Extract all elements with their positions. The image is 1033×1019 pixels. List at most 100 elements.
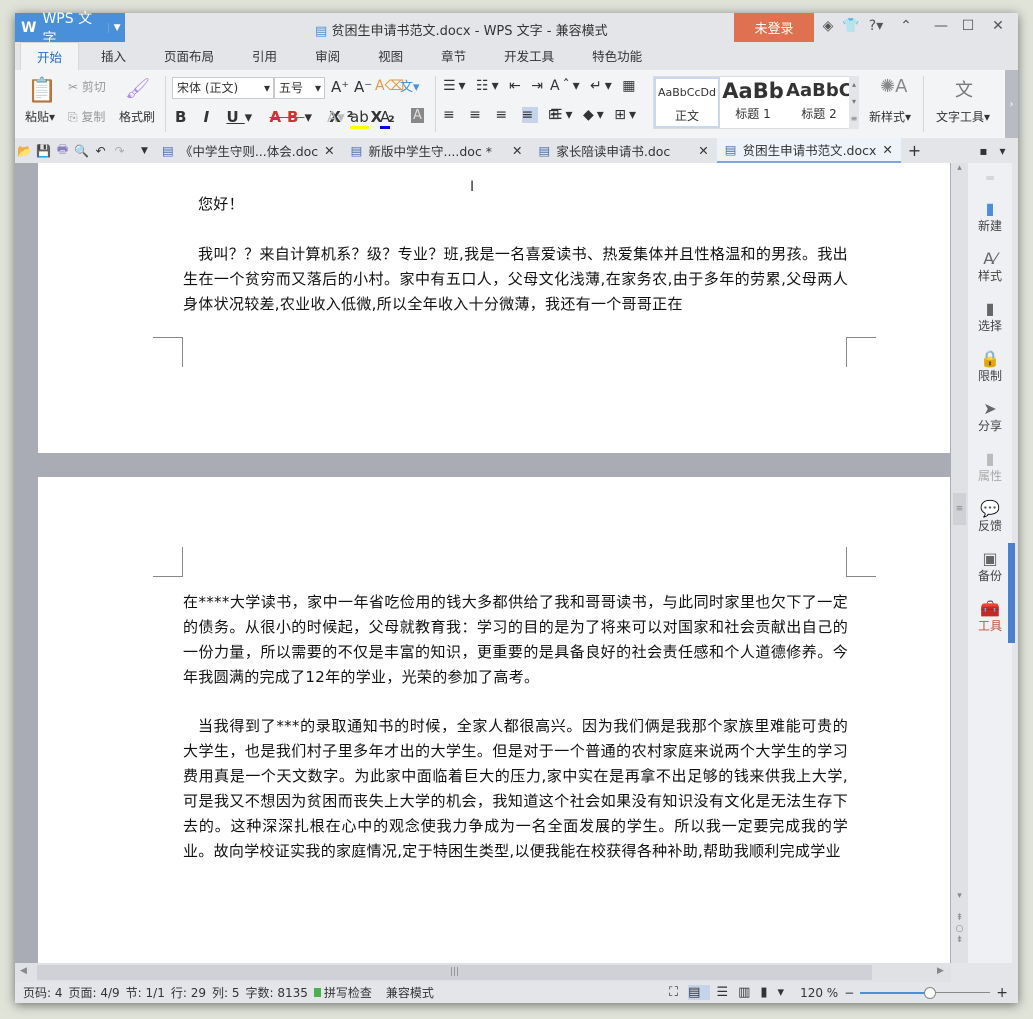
shirt-icon[interactable]: 👕 bbox=[840, 18, 862, 34]
right-task-panel: ═ ▮ 新建 A⁄ 样式 ▮ 选择 🔒 限制 ➤ 分享 ▮ 属性 💬 反馈 ▣ 备份 🧰 工具 bbox=[968, 163, 1015, 963]
format-painter-icon[interactable]: 🖌 bbox=[125, 76, 150, 100]
scroll-left-icon[interactable]: ◀ bbox=[20, 966, 27, 976]
doc-icon: ▤ bbox=[162, 143, 174, 158]
properties-icon: ▮ bbox=[985, 449, 995, 468]
zoom-out-button[interactable]: − bbox=[844, 986, 854, 1000]
text-tools-icon: 文 bbox=[955, 80, 973, 101]
collapse-ribbon-icon[interactable]: ⌃ bbox=[895, 18, 917, 34]
zoom-slider-thumb[interactable] bbox=[924, 986, 937, 999]
wps-window: W WPS 文字 ▼ ▤ 贫困生申请书范文.docx - WPS 文字 - 兼容模式… bbox=[15, 11, 1018, 1003]
tab-special[interactable]: 特色功能 bbox=[576, 42, 658, 70]
style-normal[interactable]: AaBbCcDd 正文 bbox=[654, 77, 720, 128]
align-buttons[interactable]: ≡ ≡ ≡ ≡ ⊞ bbox=[443, 107, 564, 123]
minimize-button[interactable]: — bbox=[930, 18, 952, 34]
text-tools-button[interactable]: 文字工具▾ bbox=[936, 108, 990, 125]
close-tab-icon[interactable]: ✕ bbox=[324, 143, 334, 158]
zoom-slider[interactable] bbox=[860, 986, 991, 999]
panel-share[interactable]: ➤ 分享 bbox=[968, 399, 1012, 434]
document-area[interactable]: 您好！ 我叫？？来自计算机系？级？专业？班,我是一名喜爱读书、热爱集体并且性格温… bbox=[15, 163, 951, 963]
vertical-scrollbar[interactable]: ▴ ≡ ▾ ⇞ ○ ⇟ bbox=[951, 163, 968, 963]
style-heading-1[interactable]: AaBb 标题 1 bbox=[720, 77, 786, 128]
horizontal-scrollbar[interactable]: ◀ ||| ▶ bbox=[15, 963, 951, 982]
style-gallery-scroll[interactable]: ▴ ▾ ≡ bbox=[849, 76, 859, 129]
doc-tab[interactable]: ▤ 《中学生守则...体会.doc ✕ bbox=[154, 138, 343, 163]
tab-page-layout[interactable]: 页面布局 bbox=[148, 42, 230, 70]
open-icon[interactable]: 📂 bbox=[15, 144, 34, 158]
ribbon-scroll-right[interactable]: › bbox=[1005, 70, 1018, 140]
view-mode-buttons[interactable]: ⛶▤ ☰▥▮▾ bbox=[669, 985, 794, 1000]
wps-menu-button[interactable]: W WPS 文字 ▼ bbox=[15, 11, 125, 47]
panel-backup[interactable]: ▣ 备份 bbox=[968, 549, 1012, 584]
font-size-select[interactable]: 五号 ▾ bbox=[274, 77, 325, 99]
scroll-up-icon[interactable]: ▴ bbox=[951, 163, 968, 173]
tab-chapter[interactable]: 章节 bbox=[425, 42, 482, 70]
panel-styles[interactable]: A⁄ 样式 bbox=[968, 249, 1012, 284]
close-button[interactable]: ✕ bbox=[987, 18, 1009, 34]
font-color-icon[interactable]: A bbox=[380, 108, 391, 129]
print-icon[interactable]: 🖶 bbox=[53, 140, 72, 161]
panel-feedback[interactable]: 💬 反馈 bbox=[968, 499, 1012, 534]
doc-tab-active[interactable]: ▤ 贫困生申请书范文.docx ✕ bbox=[716, 138, 901, 163]
paragraph-buttons[interactable]: Aˆ▾ ↵▾ ▦ bbox=[550, 78, 639, 94]
tab-developer[interactable]: 开发工具 bbox=[488, 42, 570, 70]
doc-tab[interactable]: ▤ 新版中学生守....doc * ✕ bbox=[343, 138, 531, 163]
word-count[interactable]: 字数: 8135 bbox=[245, 984, 307, 1001]
backup-icon: ▣ bbox=[982, 549, 998, 568]
panel-restrict[interactable]: 🔒 限制 bbox=[968, 349, 1012, 384]
doc-icon: ▤ bbox=[350, 143, 363, 158]
scrollbar-thumb[interactable]: ≡ bbox=[953, 493, 966, 525]
help-icon[interactable]: ?▾ bbox=[865, 18, 887, 34]
save-icon[interactable]: 💾 bbox=[34, 144, 53, 158]
copy-button[interactable]: ⎘ 复制 bbox=[68, 108, 105, 125]
font-name-select[interactable]: 宋体 (正文) ▾ bbox=[172, 77, 274, 99]
login-button[interactable]: 未登录 bbox=[734, 13, 814, 42]
paste-icon[interactable]: 📋 bbox=[27, 76, 57, 104]
grow-font-button[interactable]: A⁺ A⁻ bbox=[331, 78, 372, 96]
panel-new[interactable]: ▮ 新建 bbox=[968, 199, 1012, 234]
doc-tab[interactable]: ▤ 家长陪读申请书.doc ✕ bbox=[531, 138, 717, 163]
scroll-right-icon[interactable]: ▶ bbox=[937, 966, 944, 976]
spell-check-button[interactable]: 拼写检查 bbox=[324, 984, 372, 1001]
page-nav-icons[interactable]: ▾ ⇞ ○ ⇟ bbox=[951, 891, 968, 946]
page-3[interactable]: 您好！ 我叫？？来自计算机系？级？专业？班,我是一名喜爱读书、热爱集体并且性格温… bbox=[38, 163, 950, 453]
list-buttons[interactable]: ☰▾ ☷▾ ⇤ ⇥ bbox=[443, 78, 546, 94]
text-effect-icon[interactable]: A▾ bbox=[327, 108, 345, 126]
tab-home[interactable]: 开始 bbox=[20, 42, 80, 70]
print-preview-icon[interactable]: 🔍 bbox=[72, 144, 91, 158]
panel-select[interactable]: ▮ 选择 bbox=[968, 299, 1012, 334]
page-4[interactable]: 在****大学读书，家中一年省吃俭用的钱大多都供给了我和哥哥读书，与此同时家里也… bbox=[38, 477, 950, 963]
redo-icon[interactable]: ↷ bbox=[110, 144, 129, 158]
new-tab-icon[interactable]: + bbox=[905, 141, 924, 160]
tab-view[interactable]: 视图 bbox=[362, 42, 419, 70]
panel-expand-handle[interactable] bbox=[1008, 543, 1015, 643]
maximize-button[interactable]: ☐ bbox=[957, 18, 979, 34]
undo-icon[interactable]: ↶ bbox=[91, 144, 110, 158]
panel-tools[interactable]: 🧰 工具 bbox=[968, 599, 1012, 634]
tab-menu-icon[interactable]: ▾ bbox=[993, 144, 1012, 158]
phonetic-icon[interactable]: 文▾ bbox=[400, 76, 420, 95]
style-heading-2[interactable]: AaBbC 标题 2 bbox=[786, 77, 852, 128]
tab-review[interactable]: 审阅 bbox=[299, 42, 356, 70]
char-shading-icon[interactable]: A bbox=[411, 108, 424, 123]
highlight-icon[interactable]: ab bbox=[350, 108, 369, 129]
customize-dropdown-icon[interactable]: ▼ bbox=[135, 146, 154, 156]
zoom-level[interactable]: 120 % bbox=[800, 986, 838, 1000]
close-tab-icon[interactable]: ✕ bbox=[698, 143, 708, 158]
cut-button[interactable]: ✂ 剪切 bbox=[68, 78, 106, 95]
format-painter-button[interactable]: 格式刷 bbox=[119, 108, 155, 125]
tab-list-icon[interactable]: ▪ bbox=[974, 144, 993, 158]
paste-button[interactable]: 粘贴▾ bbox=[25, 108, 55, 125]
close-tab-icon[interactable]: ✕ bbox=[882, 142, 892, 157]
tab-references[interactable]: 引用 bbox=[236, 42, 293, 70]
page-number: 页码: 4 bbox=[23, 986, 63, 1000]
scrollbar-thumb[interactable]: ||| bbox=[37, 965, 872, 980]
tab-insert[interactable]: 插入 bbox=[85, 42, 142, 70]
zoom-in-button[interactable]: + bbox=[996, 985, 1008, 1001]
shading-border-buttons[interactable]: ☰▾ ◆▾ ⊞▾ bbox=[550, 107, 639, 123]
paragraph: 当我得到了***的录取通知书的时候，全家人都很高兴。因为我们俩是我那个家族里难能… bbox=[183, 717, 848, 860]
skin-icon[interactable]: ◈ bbox=[817, 18, 839, 34]
panel-properties[interactable]: ▮ 属性 bbox=[968, 449, 1012, 484]
close-tab-icon[interactable]: ✕ bbox=[512, 143, 522, 158]
new-style-button[interactable]: 新样式▾ bbox=[869, 108, 911, 125]
chevron-down-icon[interactable]: ▼ bbox=[108, 22, 125, 33]
